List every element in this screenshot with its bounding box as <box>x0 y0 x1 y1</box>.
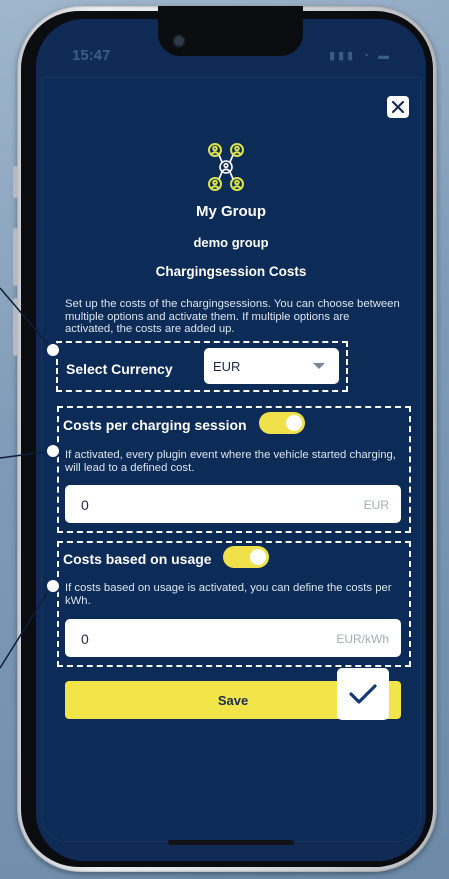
group-network-icon <box>208 143 244 191</box>
group-name: demo group <box>193 235 269 250</box>
callout-dot-currency <box>45 342 61 358</box>
close-button[interactable] <box>387 96 409 118</box>
settings-panel: My Group demo group Chargingsession Cost… <box>41 77 421 842</box>
per-session-toggle[interactable] <box>259 412 305 434</box>
toggle-knob <box>286 415 302 431</box>
save-label: Save <box>217 692 249 708</box>
callout-dot-per-session <box>45 443 61 459</box>
currency-value: EUR <box>213 359 241 374</box>
callout-dot-usage <box>45 578 61 594</box>
status-icons: ▮▮▮ ◔ ▬ <box>329 50 392 62</box>
section-title: Chargingsession Costs <box>155 264 307 279</box>
usage-input[interactable]: 0 EUR/kWh <box>65 619 401 657</box>
per-session-description: If activated, every plugin event where t… <box>65 449 396 474</box>
per-session-value: 0 <box>81 497 89 513</box>
section-description: Set up the costs of the chargingsessions… <box>65 298 400 335</box>
volume-down-button <box>13 298 18 356</box>
toggle-knob <box>250 549 266 565</box>
usage-unit: EUR/kWh <box>336 632 389 646</box>
usage-toggle[interactable] <box>223 546 269 568</box>
status-time: 15:47 <box>72 47 111 64</box>
mute-switch <box>13 166 18 198</box>
currency-label: Select Currency <box>66 361 173 377</box>
volume-up-button <box>13 228 18 286</box>
checkmark-icon <box>349 684 377 704</box>
currency-select[interactable]: EUR <box>204 348 339 384</box>
camera-notch <box>158 6 303 56</box>
front-camera <box>172 34 186 48</box>
close-icon <box>391 100 405 114</box>
usage-value: 0 <box>81 631 89 647</box>
home-indicator <box>168 840 294 845</box>
confirm-check-button[interactable] <box>337 668 389 720</box>
per-session-unit: EUR <box>363 498 389 512</box>
per-session-label: Costs per charging session <box>63 417 247 433</box>
group-title: My Group <box>196 203 266 220</box>
usage-description: If costs based on usage is activated, yo… <box>65 582 392 607</box>
phone-screen: 15:47 ▮▮▮ ◔ ▬ My Group demo group Chargi… <box>36 19 426 861</box>
per-session-input[interactable]: 0 EUR <box>65 485 401 523</box>
dropdown-caret-icon <box>313 363 325 369</box>
usage-label: Costs based on usage <box>63 551 212 567</box>
